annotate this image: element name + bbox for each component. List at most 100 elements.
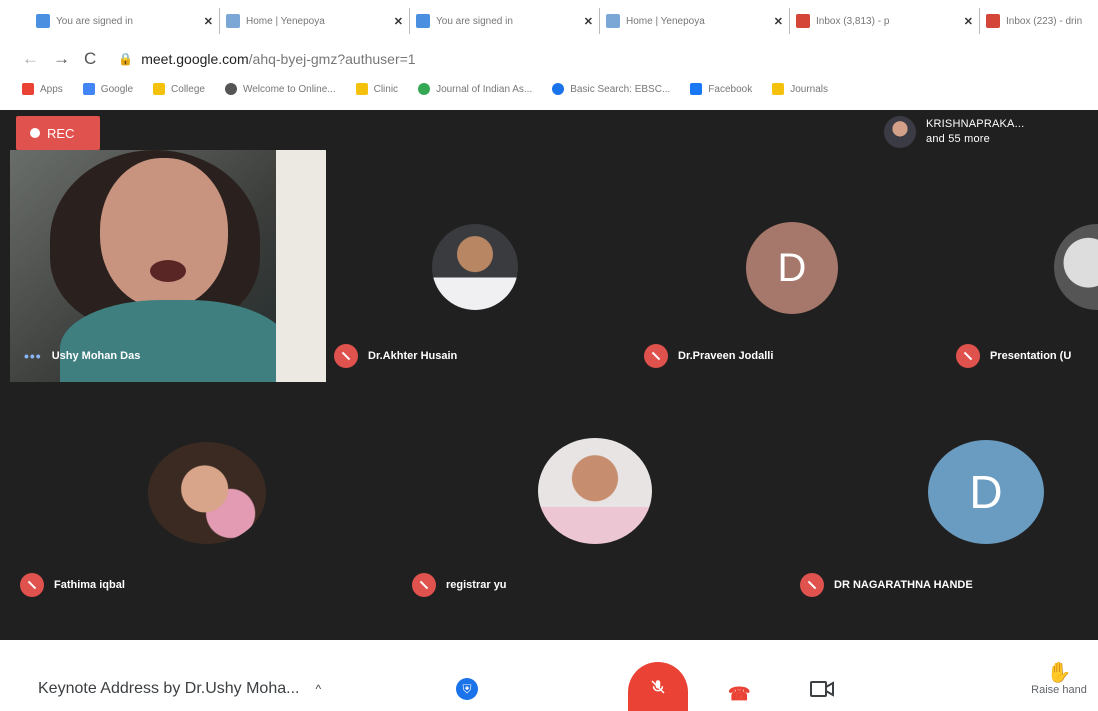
meeting-controls: Keynote Address by Dr.Ushy Moha... ^ ⛨ ☎… xyxy=(0,640,1098,711)
gmail-icon xyxy=(796,14,810,28)
browser-tab[interactable]: You are signed in ✕ xyxy=(410,8,600,34)
browser-tab[interactable]: You are signed in ✕ xyxy=(30,8,220,34)
participant-name: Ushy Mohan Das xyxy=(51,350,141,362)
tab-title: You are signed in xyxy=(436,15,513,27)
tab-favicon-icon xyxy=(36,14,50,28)
participant-name: registrar yu xyxy=(446,579,507,591)
folder-icon xyxy=(153,83,166,95)
browser-tab[interactable]: Inbox (3,813) - p ✕ xyxy=(790,8,980,34)
avatar-letter: D xyxy=(969,466,1003,518)
close-tab-icon[interactable]: ✕ xyxy=(774,15,783,28)
mic-off-icon xyxy=(644,344,668,368)
google-icon xyxy=(82,83,95,95)
other-participants[interactable]: KRISHNAPRAKA... and 55 more xyxy=(884,116,1024,148)
chevron-up-icon: ^ xyxy=(315,682,322,696)
address-bar: ← → C 🔒 meet.google.com/ahq-byej-gmz?aut… xyxy=(0,42,1098,76)
participant-tile-label: Dr.Praveen Jodalli xyxy=(644,344,773,368)
globe-icon xyxy=(552,83,565,95)
participant-name: Dr.Praveen Jodalli xyxy=(678,350,774,362)
forward-icon[interactable]: → xyxy=(53,49,70,69)
camera-icon[interactable] xyxy=(810,680,834,698)
microphone-toggle-button[interactable] xyxy=(628,662,688,711)
participant-name: DR NAGARATHNA HANDE xyxy=(834,579,973,591)
back-icon[interactable]: ← xyxy=(22,49,39,69)
bookmark-label: Google xyxy=(100,83,134,95)
bookmark-college[interactable]: College xyxy=(153,83,205,95)
bookmark-label: College xyxy=(171,83,205,95)
mic-off-icon xyxy=(651,680,665,694)
close-tab-icon[interactable]: ✕ xyxy=(964,15,973,28)
tab-title: Inbox (3,813) - p xyxy=(816,15,890,27)
browser-tab[interactable]: Inbox (223) - drin xyxy=(980,8,1098,34)
raise-hand-icon: ✋ xyxy=(1046,662,1072,684)
avatar xyxy=(1054,224,1098,310)
tab-title: Inbox (223) - drin xyxy=(1006,15,1083,27)
close-tab-icon[interactable]: ✕ xyxy=(394,15,403,28)
avatar xyxy=(148,442,266,544)
mic-off-icon xyxy=(20,573,44,597)
tab-favicon-icon xyxy=(416,14,430,28)
bookmark-apps[interactable]: Apps xyxy=(22,83,63,95)
tab-favicon-icon xyxy=(606,14,620,28)
bookmark-google[interactable]: Google xyxy=(82,83,134,95)
avatar xyxy=(432,224,518,310)
lock-icon: 🔒 xyxy=(118,52,134,66)
recording-badge: REC xyxy=(16,116,100,150)
video-background xyxy=(276,150,326,382)
gmail-icon xyxy=(986,14,1000,28)
meeting-title: Keynote Address by Dr.Ushy Moha... xyxy=(38,680,300,697)
bookmark-ebsco[interactable]: Basic Search: EBSC... xyxy=(552,83,670,95)
record-dot-icon xyxy=(30,128,40,138)
video-face xyxy=(100,158,228,308)
video-torso xyxy=(60,300,290,382)
close-tab-icon[interactable]: ✕ xyxy=(204,15,213,28)
folder-icon xyxy=(355,83,368,95)
tab-favicon-icon xyxy=(226,14,240,28)
browser-tab[interactable]: Home | Yenepoya ✕ xyxy=(220,8,410,34)
tab-title: Home | Yenepoya xyxy=(246,15,325,27)
bookmark-clinic[interactable]: Clinic xyxy=(355,83,399,95)
bookmark-welcome[interactable]: Welcome to Online... xyxy=(224,83,336,95)
participant-tile-label: Dr.Akhter Husain xyxy=(334,344,457,368)
bookmark-journals[interactable]: Journals xyxy=(772,83,828,95)
avatar xyxy=(538,438,652,544)
raise-hand-label: Raise hand xyxy=(1031,684,1087,696)
avatar-letter: D xyxy=(777,245,807,290)
facebook-icon xyxy=(690,83,703,95)
end-call-icon[interactable]: ☎ xyxy=(728,684,750,705)
mic-off-icon xyxy=(334,344,358,368)
participant-name: Presentation (U xyxy=(990,350,1072,362)
globe-icon xyxy=(224,83,237,95)
bookmark-label: Facebook xyxy=(708,83,753,95)
bookmark-label: Apps xyxy=(40,83,63,95)
avatar xyxy=(884,116,916,148)
participant-tile-label: Fathima iqbal xyxy=(20,573,125,597)
browser-tab[interactable]: Home | Yenepoya ✕ xyxy=(600,8,790,34)
participant-tile-label: registrar yu xyxy=(412,573,507,597)
speaking-indicator-icon: ••• xyxy=(24,348,42,364)
host-controls-shield-icon[interactable]: ⛨ xyxy=(456,678,478,700)
mic-off-icon xyxy=(412,573,436,597)
video-mouth xyxy=(150,260,186,282)
bookmark-label: Clinic xyxy=(373,83,399,95)
meeting-details-button[interactable]: Keynote Address by Dr.Ushy Moha... ^ xyxy=(38,680,321,698)
close-tab-icon[interactable]: ✕ xyxy=(584,15,593,28)
mic-off-icon xyxy=(800,573,824,597)
rec-label: REC xyxy=(47,125,75,141)
url-field[interactable]: meet.google.com/ahq-byej-gmz?authuser=1 xyxy=(141,51,415,67)
reload-icon[interactable]: C xyxy=(84,49,96,69)
bookmark-label: Welcome to Online... xyxy=(242,83,336,95)
bookmarks-bar: Apps Google College Welcome to Online...… xyxy=(0,76,1098,102)
bookmark-journal[interactable]: Journal of Indian As... xyxy=(418,83,532,95)
tab-title: Home | Yenepoya xyxy=(626,15,705,27)
others-name: KRISHNAPRAKA... xyxy=(926,118,1025,130)
bookmark-label: Basic Search: EBSC... xyxy=(570,83,671,95)
speaker-name: ••• Ushy Mohan Das xyxy=(24,348,140,364)
bookmark-facebook[interactable]: Facebook xyxy=(690,83,752,95)
avatar: D xyxy=(928,440,1044,544)
mic-off-icon xyxy=(956,344,980,368)
others-count: and 55 more xyxy=(926,133,990,145)
raise-hand-button[interactable]: ✋ Raise hand xyxy=(1020,662,1098,696)
folder-icon xyxy=(772,83,785,95)
url-path: /ahq-byej-gmz?authuser=1 xyxy=(248,51,416,67)
